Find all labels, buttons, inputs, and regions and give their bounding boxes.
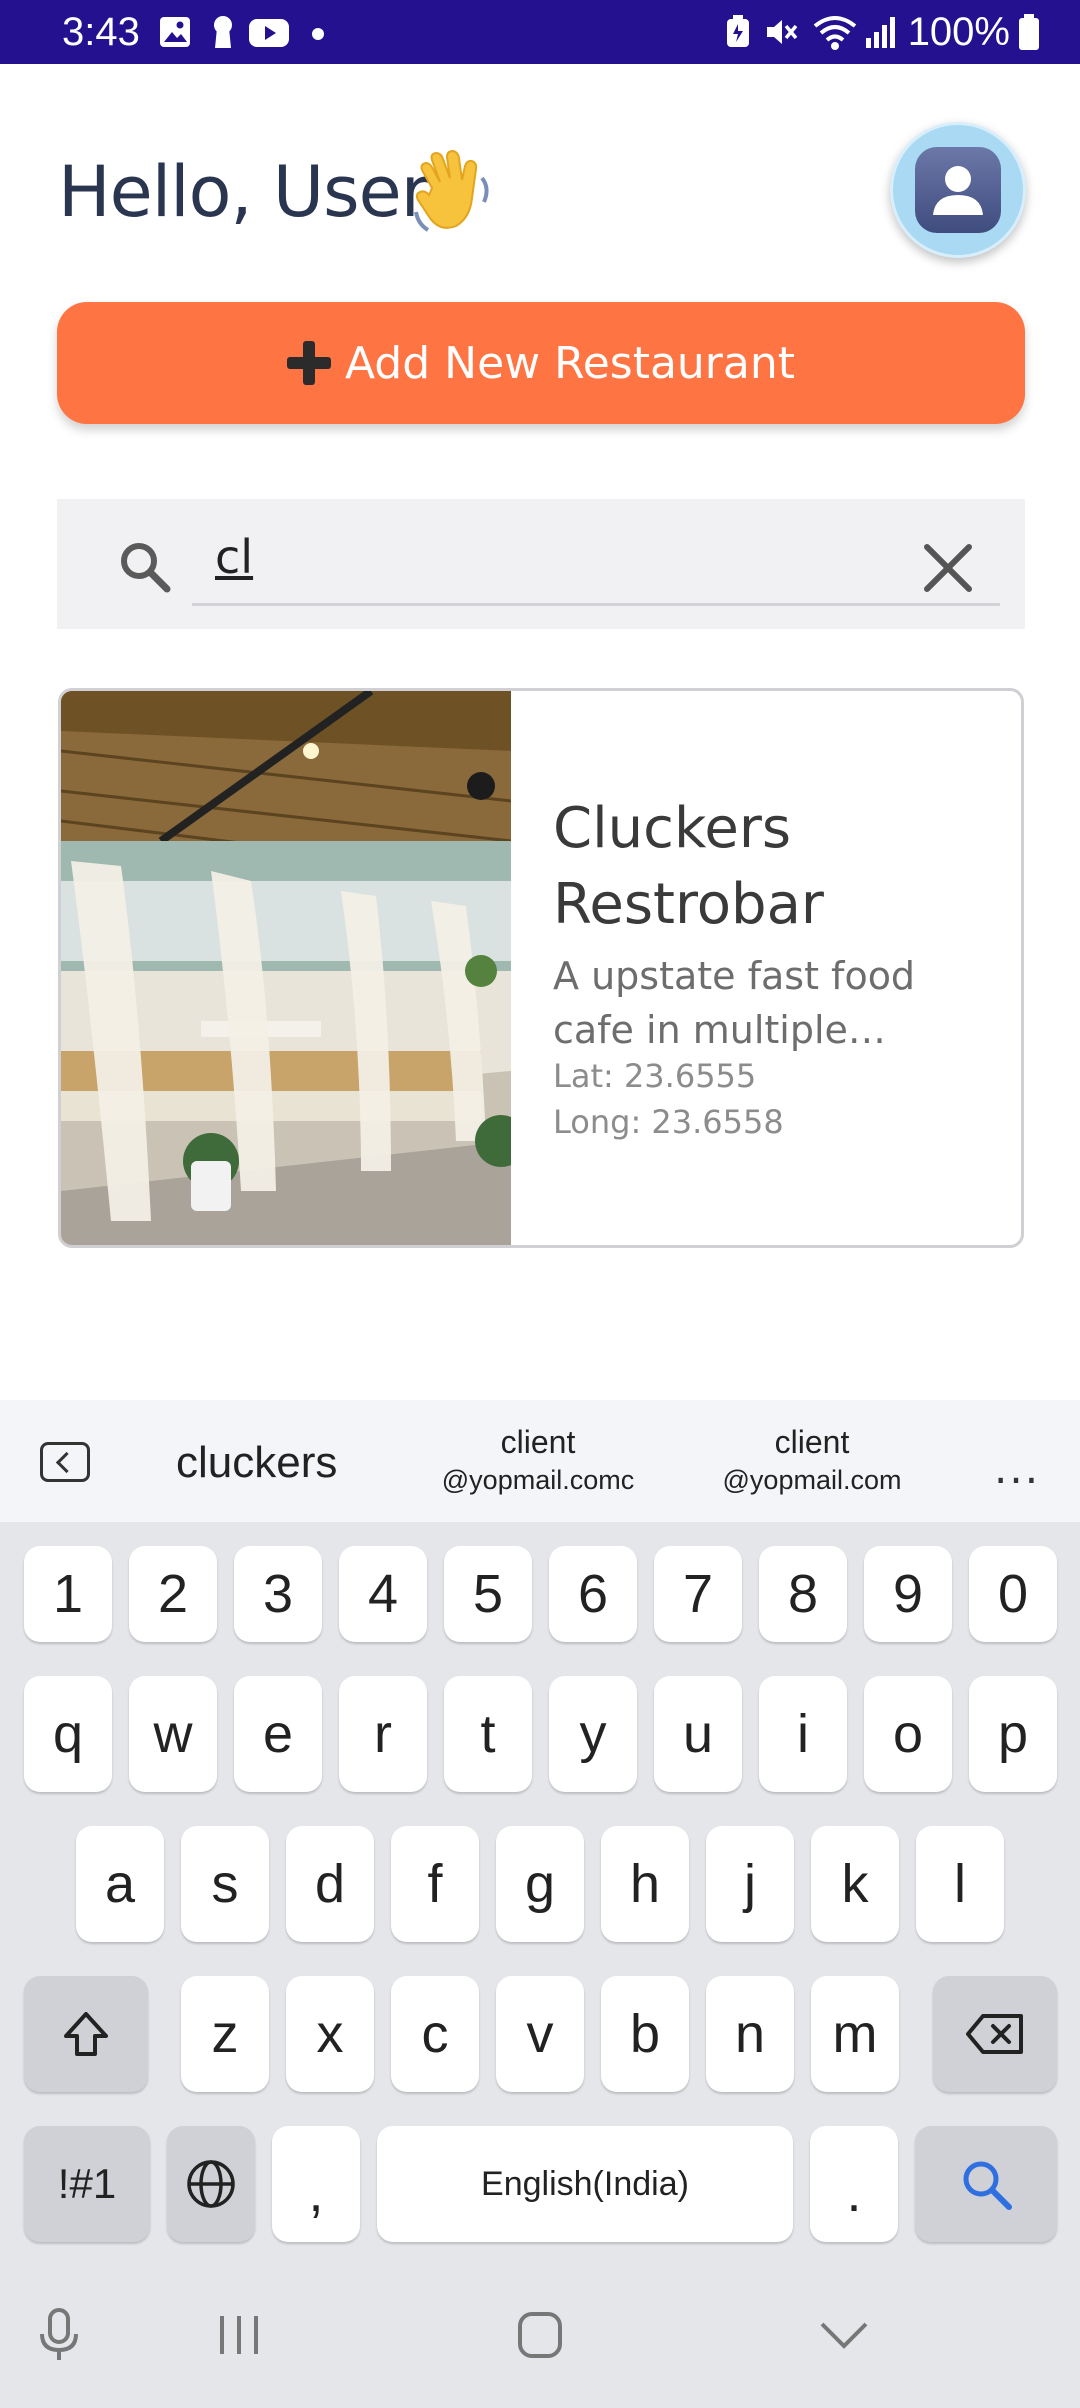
key-p[interactable]: p [969,1676,1057,1792]
key-v[interactable]: v [496,1976,584,2092]
suggestion-line1: client [774,1424,850,1460]
restaurant-name: Cluckers Restrobar [553,796,824,937]
add-restaurant-label: Add New Restaurant [344,337,795,389]
recent-apps-icon[interactable] [214,2312,264,2358]
key-g[interactable]: g [496,1826,584,1942]
suggestion-email-2[interactable]: client @yopmail.com [712,1422,912,1498]
keyhole-icon [214,16,232,48]
key-b[interactable]: b [601,1976,689,2092]
signal-icon [865,17,895,48]
youtube-icon [249,19,289,47]
profile-avatar-button[interactable] [890,122,1026,258]
restaurant-card[interactable]: Cluckers Restrobar A upstate fast food c… [58,688,1024,1248]
backspace-icon [966,2014,1023,2054]
key-1[interactable]: 1 [24,1546,112,1642]
status-time: 3:43 [62,10,140,54]
key-w[interactable]: w [129,1676,217,1792]
key-x[interactable]: x [286,1976,374,2092]
search-bar [57,499,1025,629]
home-icon[interactable] [516,2310,564,2360]
comma-key[interactable]: , [272,2126,360,2242]
space-key[interactable]: English(India) [377,2126,793,2242]
search-icon [121,543,171,593]
key-c[interactable]: c [391,1976,479,2092]
status-right: 100% [724,8,1040,56]
key-m[interactable]: m [811,1976,899,2092]
status-bar: 3:43 100% [0,0,1080,64]
search-underline [192,603,1000,606]
key-s[interactable]: s [181,1826,269,1942]
microphone-icon[interactable] [36,2306,82,2364]
battery-saver-icon [726,15,749,47]
close-icon[interactable] [915,535,981,601]
plus-icon [286,341,331,385]
shift-icon [64,2012,108,2056]
key-2[interactable]: 2 [129,1546,217,1642]
hide-keyboard-icon[interactable] [818,2318,870,2352]
key-n[interactable]: n [706,1976,794,2092]
language-key[interactable] [167,2126,255,2242]
key-0[interactable]: 0 [969,1546,1057,1642]
period-key[interactable]: . [810,2126,898,2242]
waving-hand-icon [414,149,489,232]
key-y[interactable]: y [549,1676,637,1792]
suggestion-line2: @yopmail.comc [441,1465,635,1495]
search-input[interactable]: cl [215,530,253,584]
key-9[interactable]: 9 [864,1546,952,1642]
symbols-key[interactable]: !#1 [24,2126,150,2242]
suggestion-email-1[interactable]: client @yopmail.comc [438,1422,638,1498]
keyboard: 1 2 3 4 5 6 7 8 9 0 q w e r t y u i o p … [0,1522,1080,2262]
key-j[interactable]: j [706,1826,794,1942]
keyboard-suggestion-bar: cluckers client @yopmail.comc client @yo… [0,1400,1080,1522]
key-t[interactable]: t [444,1676,532,1792]
globe-icon [187,2160,235,2208]
key-3[interactable]: 3 [234,1546,322,1642]
key-d[interactable]: d [286,1826,374,1942]
suggestion-cluckers[interactable]: cluckers [176,1438,337,1488]
restaurant-latitude: Lat: 23.6555 [553,1057,757,1095]
key-i[interactable]: i [759,1676,847,1792]
key-4[interactable]: 4 [339,1546,427,1642]
key-h[interactable]: h [601,1826,689,1942]
suggestion-line1: client [500,1424,576,1460]
search-action-key[interactable] [915,2126,1057,2242]
key-f[interactable]: f [391,1826,479,1942]
suggestion-line2: @yopmail.com [722,1465,902,1495]
battery-icon [1019,14,1039,50]
key-z[interactable]: z [181,1976,269,2092]
greeting-title: Hello, User [58,151,429,233]
restaurant-description: A upstate fast food cafe in multiple loc… [553,954,916,1052]
key-a[interactable]: a [76,1826,164,1942]
gallery-icon [160,17,190,47]
key-k[interactable]: k [811,1826,899,1942]
search-action-icon [963,2161,1012,2210]
add-restaurant-button[interactable]: Add New Restaurant [57,302,1025,424]
keyboard-collapse-icon[interactable] [40,1442,90,1482]
key-8[interactable]: 8 [759,1546,847,1642]
shift-key[interactable] [24,1976,148,2092]
system-navigation-bar [0,2262,1080,2408]
backspace-key[interactable] [933,1976,1057,2092]
more-options-icon[interactable]: ... [994,1444,1040,1493]
key-o[interactable]: o [864,1676,952,1792]
user-avatar-icon [915,147,1001,233]
dot-icon [312,28,324,40]
key-5[interactable]: 5 [444,1546,532,1642]
key-r[interactable]: r [339,1676,427,1792]
key-l[interactable]: l [916,1826,1004,1942]
battery-percent: 100% [907,10,1010,54]
wifi-icon [813,16,856,50]
mute-icon [766,20,798,44]
key-e[interactable]: e [234,1676,322,1792]
key-7[interactable]: 7 [654,1546,742,1642]
key-q[interactable]: q [24,1676,112,1792]
key-6[interactable]: 6 [549,1546,637,1642]
key-u[interactable]: u [654,1676,742,1792]
restaurant-image [61,691,511,1245]
restaurant-longitude: Long: 23.6558 [553,1103,784,1141]
